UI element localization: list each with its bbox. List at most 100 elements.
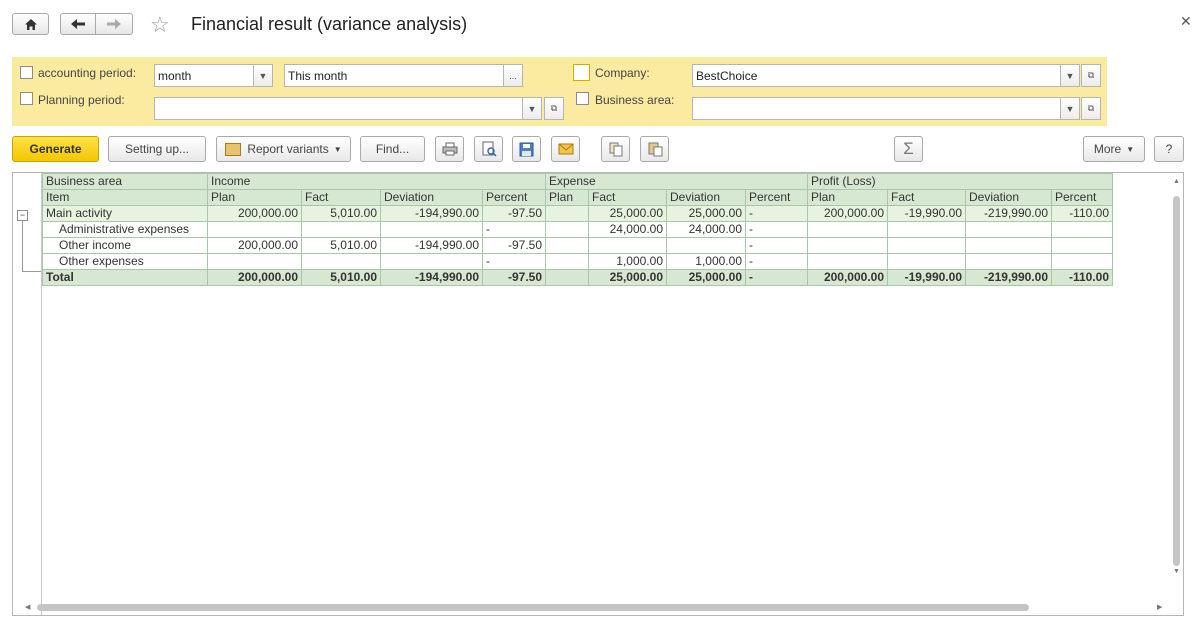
accounting-period-checkbox[interactable] xyxy=(20,66,33,79)
close-icon[interactable]: ✕ xyxy=(1180,13,1192,30)
cell: -110.00 xyxy=(1051,205,1113,222)
planning-period-open-button[interactable]: ⧉ xyxy=(544,97,564,120)
scroll-left-icon[interactable]: ◀ xyxy=(25,603,34,612)
filter-panel: accounting period: month ▼ This month ..… xyxy=(12,57,1107,126)
help-button[interactable]: ? xyxy=(1154,136,1184,162)
vertical-scrollbar[interactable]: ▲ ▼ xyxy=(1172,178,1181,578)
cell: 200,000.00 xyxy=(207,237,302,254)
save-button[interactable] xyxy=(512,136,541,162)
more-label: More xyxy=(1093,142,1122,156)
cell xyxy=(807,237,888,254)
cell xyxy=(1051,253,1113,270)
copy-icon xyxy=(609,142,622,157)
more-button[interactable]: More ▼ xyxy=(1083,136,1145,162)
table-row-total[interactable]: Total 200,000.00 5,010.00 -194,990.00 -9… xyxy=(42,269,1113,286)
generate-button[interactable]: Generate xyxy=(12,136,99,162)
cell xyxy=(965,253,1052,270)
header-income-deviation: Deviation xyxy=(380,189,483,206)
chevron-down-icon: ▼ xyxy=(1065,103,1075,114)
period-value-field[interactable]: This month xyxy=(284,64,504,87)
header-profit-plan: Plan xyxy=(807,189,888,206)
cell: -110.00 xyxy=(1051,269,1113,286)
company-open-button[interactable]: ⧉ xyxy=(1081,64,1101,87)
header-income-plan: Plan xyxy=(207,189,302,206)
chevron-down-icon: ▼ xyxy=(1065,70,1075,81)
cell: 25,000.00 xyxy=(588,269,667,286)
business-area-dropdown[interactable]: ▼ xyxy=(1060,97,1080,120)
header-expense-fact: Fact xyxy=(588,189,667,206)
planning-period-dropdown[interactable]: ▼ xyxy=(522,97,542,120)
cell xyxy=(545,237,589,254)
period-type-dropdown[interactable]: ▼ xyxy=(253,64,273,87)
table-row-main-activity[interactable]: Main activity 200,000.00 5,010.00 -194,9… xyxy=(42,205,1113,222)
collapse-icon[interactable]: − xyxy=(17,210,28,221)
find-button[interactable]: Find... xyxy=(360,136,425,162)
cell xyxy=(588,237,667,254)
print-button[interactable] xyxy=(435,136,464,162)
report-area[interactable]: − Business area Income Expense Profit (L… xyxy=(12,172,1184,616)
cell xyxy=(1051,237,1113,254)
planning-period-checkbox[interactable] xyxy=(20,92,33,105)
cell: 25,000.00 xyxy=(588,205,667,222)
header-expense-deviation: Deviation xyxy=(666,189,746,206)
company-field[interactable]: BestChoice xyxy=(692,64,1062,87)
chevron-down-icon: ▼ xyxy=(258,70,268,81)
copy-button[interactable] xyxy=(601,136,630,162)
scroll-right-icon[interactable]: ▶ xyxy=(1157,603,1166,612)
company-label: Company: xyxy=(595,66,650,80)
cell: - xyxy=(745,221,808,238)
report-variants-label: Report variants xyxy=(247,142,329,156)
business-area-field[interactable] xyxy=(692,97,1062,120)
cell: - xyxy=(745,269,808,286)
business-area-checkbox[interactable] xyxy=(576,92,589,105)
header-expense: Expense xyxy=(545,173,808,190)
forward-button[interactable] xyxy=(95,13,133,35)
header-row-columns: Item Plan Fact Deviation Percent Plan Fa… xyxy=(42,189,1113,206)
setting-up-button[interactable]: Setting up... xyxy=(108,136,206,162)
cell: -97.50 xyxy=(482,237,546,254)
period-select-button[interactable]: ... xyxy=(503,64,523,87)
paste-icon xyxy=(648,142,662,157)
company-checkbox[interactable] xyxy=(573,64,590,81)
report-variants-button[interactable]: Report variants ▼ xyxy=(216,136,351,162)
back-button[interactable] xyxy=(60,13,96,35)
paste-button[interactable] xyxy=(640,136,669,162)
table-row-other-expenses[interactable]: Other expenses - 1,000.00 1,000.00 - xyxy=(42,253,1113,270)
table-row-administrative-expenses[interactable]: Administrative expenses - 24,000.00 24,0… xyxy=(42,221,1113,238)
cell: -19,990.00 xyxy=(887,205,966,222)
cell: 200,000.00 xyxy=(807,205,888,222)
header-income-percent: Percent xyxy=(482,189,546,206)
period-type-field[interactable]: month xyxy=(154,64,254,87)
cell: 200,000.00 xyxy=(207,205,302,222)
sum-button[interactable]: Σ xyxy=(894,136,923,162)
scroll-up-icon[interactable]: ▲ xyxy=(1172,178,1181,188)
home-button[interactable] xyxy=(12,13,49,35)
header-profit: Profit (Loss) xyxy=(807,173,1113,190)
cell xyxy=(301,221,381,238)
forward-arrow-icon xyxy=(107,19,121,29)
cell xyxy=(545,221,589,238)
horizontal-scrollbar[interactable]: ◀ ▶ xyxy=(25,603,1162,612)
report-table: Business area Income Expense Profit (Los… xyxy=(42,173,1113,286)
business-area-open-button[interactable]: ⧉ xyxy=(1081,97,1101,120)
horizontal-scroll-thumb[interactable] xyxy=(37,604,1029,611)
row-label: Administrative expenses xyxy=(42,221,208,238)
vertical-scroll-thumb[interactable] xyxy=(1173,196,1180,566)
email-button[interactable] xyxy=(551,136,580,162)
table-row-other-income[interactable]: Other income 200,000.00 5,010.00 -194,99… xyxy=(42,237,1113,254)
planning-period-label: Planning period: xyxy=(38,93,125,107)
cell: - xyxy=(482,253,546,270)
scroll-down-icon[interactable]: ▼ xyxy=(1172,568,1181,578)
cell: 5,010.00 xyxy=(301,205,381,222)
planning-period-field[interactable] xyxy=(154,97,532,120)
open-icon: ⧉ xyxy=(1087,70,1095,80)
favorite-star-icon[interactable]: ☆ xyxy=(150,12,170,38)
cell: - xyxy=(745,205,808,222)
header-income-fact: Fact xyxy=(301,189,381,206)
company-dropdown[interactable]: ▼ xyxy=(1060,64,1080,87)
cell: 1,000.00 xyxy=(588,253,667,270)
preview-button[interactable] xyxy=(474,136,503,162)
cell: 5,010.00 xyxy=(301,269,381,286)
chevron-down-icon: ▼ xyxy=(333,144,342,154)
cell: - xyxy=(745,237,808,254)
